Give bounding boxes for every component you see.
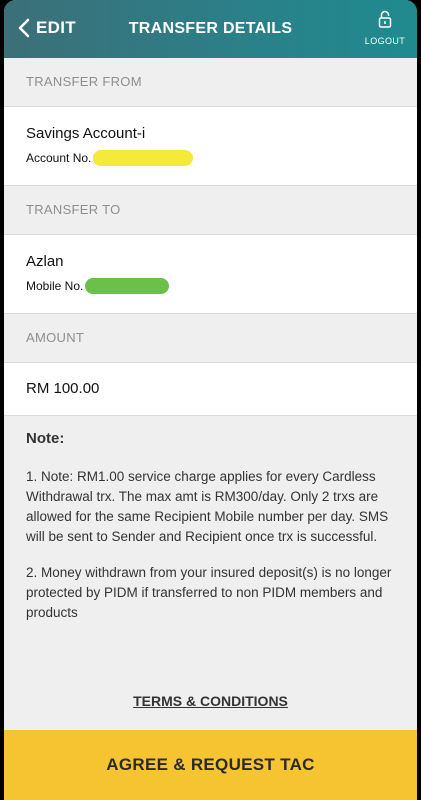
recipient-name: Azlan xyxy=(26,253,64,270)
transfer-from-card: Savings Account-i Account No. xyxy=(4,106,417,186)
transfer-to-card: Azlan Mobile No. xyxy=(4,234,417,314)
account-no-redaction xyxy=(93,150,194,166)
account-no-label: Account No. xyxy=(26,151,92,165)
top-bar: EDIT TRANSFER DETAILS LOGOUT xyxy=(4,0,417,58)
transfer-to-header: TRANSFER TO xyxy=(4,186,417,234)
amount-value: RM 100.00 xyxy=(26,380,100,397)
page-title: TRANSFER DETAILS xyxy=(128,20,293,37)
logout-label: LOGOUT xyxy=(364,36,406,46)
mobile-no-label: Mobile No. xyxy=(26,279,84,293)
app-screen: EDIT TRANSFER DETAILS LOGOUT TRANSFER FR… xyxy=(4,0,417,800)
logout-button[interactable]: LOGOUT xyxy=(363,10,407,49)
account-no-row: Account No. xyxy=(26,150,395,166)
note-title: Note: xyxy=(26,430,65,447)
note-item: 1. Note: RM1.00 service charge applies f… xyxy=(26,469,389,544)
agree-request-tac-button[interactable]: AGREE & REQUEST TAC xyxy=(4,730,417,800)
note-item: 2. Money withdrawn from your insured dep… xyxy=(26,565,392,620)
lock-icon xyxy=(378,10,392,28)
mobile-no-row: Mobile No. xyxy=(26,278,395,294)
mobile-no-redaction xyxy=(85,278,170,294)
note-section: Note: 1. Note: RM1.00 service charge app… xyxy=(4,416,417,623)
account-name: Savings Account-i xyxy=(26,125,146,142)
transfer-from-header: TRANSFER FROM xyxy=(4,58,417,106)
amount-header: AMOUNT xyxy=(4,314,417,362)
terms-and-conditions-link[interactable]: TERMS & CONDITIONS xyxy=(4,693,417,709)
amount-card: RM 100.00 xyxy=(4,362,417,416)
